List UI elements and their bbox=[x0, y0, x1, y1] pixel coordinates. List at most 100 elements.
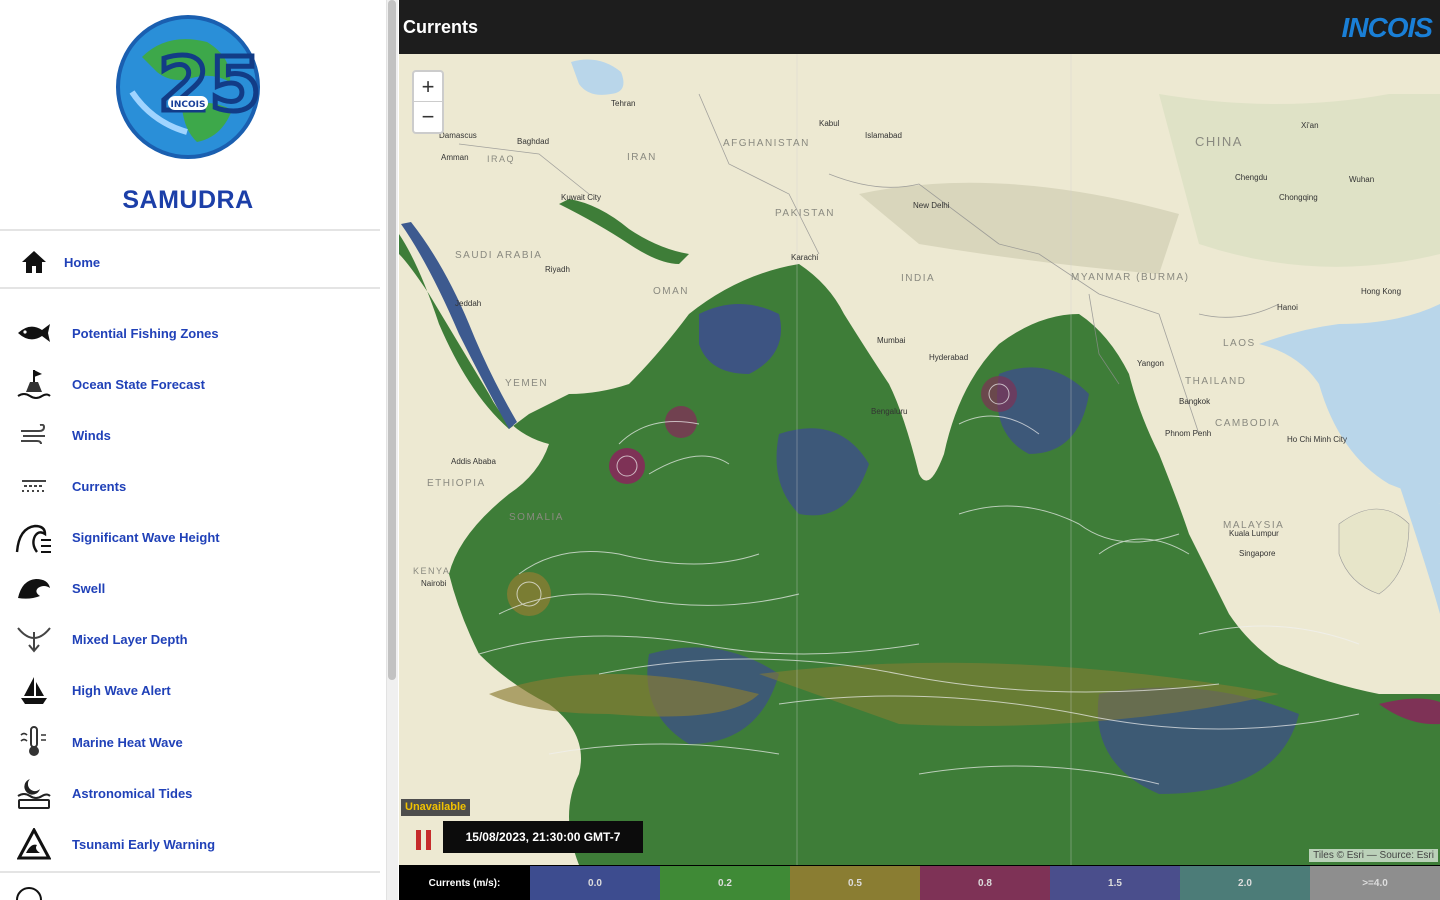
incois-brand-logo: INCOIS bbox=[1341, 12, 1433, 43]
map-label: Mumbai bbox=[877, 336, 906, 345]
currents-map[interactable]: CHINA AFGHANISTAN IRAN IRAQ PAKISTAN INDIA SAU… bbox=[399, 54, 1440, 865]
sidebar-item-label: Tsunami Early Warning bbox=[72, 836, 216, 852]
more-icon bbox=[16, 887, 42, 900]
sidebar-item-winds[interactable]: Winds bbox=[0, 412, 380, 458]
page-title: Currents bbox=[403, 17, 479, 37]
map-label: Bengaluru bbox=[871, 407, 907, 416]
map-label: Phnom Penh bbox=[1165, 429, 1211, 438]
map-label: INDIA bbox=[901, 273, 935, 284]
map-label: Chongqing bbox=[1279, 193, 1318, 202]
sidebar-item-label: High Wave Alert bbox=[72, 682, 171, 698]
map-label: AFGHANISTAN bbox=[723, 138, 810, 149]
main-panel: Currents INCOIS CHINA AFGHANISTAN IRAN I… bbox=[399, 0, 1440, 900]
map-label: Hanoi bbox=[1277, 303, 1298, 312]
legend-stop: 2.0 bbox=[1180, 866, 1310, 900]
map-label: Jeddah bbox=[455, 299, 481, 308]
legend-stop: 1.5 bbox=[1050, 866, 1180, 900]
map-label: Kuwait City bbox=[561, 193, 601, 202]
legend-stop: 0.8 bbox=[920, 866, 1050, 900]
divider bbox=[0, 871, 380, 873]
map-label: YEMEN bbox=[505, 378, 548, 389]
app-root: 25 INCOIS SAMUDRA Home Potential Fishing… bbox=[0, 0, 1440, 900]
sidebar-item-label: Mixed Layer Depth bbox=[72, 631, 188, 647]
map-label: Chengdu bbox=[1235, 173, 1267, 182]
map-label: Yangon bbox=[1137, 359, 1164, 368]
sidebar-item-significant-wave-height[interactable]: Significant Wave Height bbox=[0, 514, 380, 560]
wind-icon bbox=[14, 415, 54, 455]
wave-height-icon bbox=[14, 517, 54, 557]
sidebar-item-potential-fishing-zones[interactable]: Potential Fishing Zones bbox=[0, 310, 380, 356]
legend-stop: 0.5 bbox=[790, 866, 920, 900]
map-terrain bbox=[1159, 94, 1440, 267]
map-label: Hyderabad bbox=[929, 353, 968, 362]
sidebar-item-currents[interactable]: Currents bbox=[0, 463, 380, 509]
datetime-display: 15/08/2023, 21:30:00 GMT-7 bbox=[443, 821, 643, 853]
map-label: CHINA bbox=[1195, 134, 1243, 149]
sidebar-item-label: Astronomical Tides bbox=[72, 785, 193, 801]
map-label: IRAN bbox=[627, 152, 657, 163]
current-eddy bbox=[609, 448, 645, 484]
thermometer-icon bbox=[14, 722, 54, 762]
fish-icon bbox=[14, 313, 54, 353]
sidebar-item-label: Winds bbox=[72, 427, 111, 443]
map-label: KENYA bbox=[413, 566, 450, 576]
sidebar-item-astronomical-tides[interactable]: Astronomical Tides bbox=[0, 770, 380, 816]
tides-icon bbox=[14, 773, 54, 813]
map-label: Islamabad bbox=[865, 131, 902, 140]
current-eddy bbox=[507, 572, 551, 616]
sidebar-item-label: Ocean State Forecast bbox=[72, 376, 205, 392]
legend-title: Currents (m/s): bbox=[399, 866, 530, 900]
map-label: Karachi bbox=[791, 253, 818, 262]
mixed-layer-icon bbox=[14, 619, 54, 659]
current-eddy bbox=[981, 376, 1017, 412]
map-label: Damascus bbox=[439, 131, 477, 140]
legend-stop: 0.2 bbox=[660, 866, 790, 900]
sidebar-item-mixed-layer-depth[interactable]: Mixed Layer Depth bbox=[0, 616, 380, 662]
map-label: Kabul bbox=[819, 119, 840, 128]
pause-button[interactable] bbox=[408, 824, 440, 856]
currents-icon bbox=[14, 466, 54, 506]
map-label: Kuala Lumpur bbox=[1229, 529, 1279, 538]
sidebar-item-label: Potential Fishing Zones bbox=[72, 325, 219, 341]
app-title: SAMUDRA bbox=[122, 186, 254, 214]
logo-org: INCOIS bbox=[171, 100, 206, 110]
incois-25-logo: 25 INCOIS bbox=[112, 12, 264, 162]
legend-stop: 0.0 bbox=[530, 866, 660, 900]
sidebar-item-label: Home bbox=[64, 254, 101, 270]
map-label: THAILAND bbox=[1185, 376, 1246, 387]
divider bbox=[0, 287, 380, 289]
legend-stop: >=4.0 bbox=[1310, 866, 1440, 900]
map-label: Baghdad bbox=[517, 137, 549, 146]
map-label: Ho Chi Minh City bbox=[1287, 435, 1347, 444]
warning-icon bbox=[14, 824, 54, 864]
map-label: CAMBODIA bbox=[1215, 418, 1280, 429]
sidebar-item-label: Currents bbox=[72, 478, 127, 494]
sidebar-item-label: Marine Heat Wave bbox=[72, 734, 183, 750]
sidebar-item-marine-heat-wave[interactable]: Marine Heat Wave bbox=[0, 719, 380, 765]
sidebar-item-swell[interactable]: Swell bbox=[0, 565, 380, 611]
zoom-in-button[interactable]: + bbox=[414, 72, 442, 102]
zoom-control: + − bbox=[412, 70, 444, 134]
map-label: Tehran bbox=[611, 99, 635, 108]
header-bar: Currents INCOIS bbox=[399, 0, 1440, 54]
currents-legend: Currents (m/s): 0.0 0.2 0.5 0.8 1.5 2.0 >=4.0 bbox=[399, 866, 1440, 900]
map-label: MYANMAR (BURMA) bbox=[1071, 272, 1189, 283]
map-canvas: CHINA AFGHANISTAN IRAN IRAQ PAKISTAN INDIA SAU… bbox=[399, 54, 1440, 865]
sidebar-scroll-thumb[interactable] bbox=[388, 0, 396, 680]
home-icon bbox=[14, 242, 54, 282]
map-attribution: Tiles © Esri — Source: Esri bbox=[1309, 849, 1438, 862]
sidebar-item-home[interactable]: Home bbox=[0, 239, 380, 285]
sidebar-item-ocean-state-forecast[interactable]: Ocean State Forecast bbox=[0, 361, 380, 407]
zoom-out-button[interactable]: − bbox=[414, 102, 442, 132]
sidebar-item-high-wave-alert[interactable]: High Wave Alert bbox=[0, 667, 380, 713]
map-label: ETHIOPIA bbox=[427, 478, 486, 489]
map-label: Nairobi bbox=[421, 579, 447, 588]
map-label: New Delhi bbox=[913, 201, 950, 210]
map-label: IRAQ bbox=[487, 154, 515, 164]
pause-icon bbox=[416, 830, 431, 850]
logo-number: 25 bbox=[158, 42, 261, 128]
sidebar-item-tsunami-early-warning[interactable]: Tsunami Early Warning bbox=[0, 821, 380, 867]
map-label: OMAN bbox=[653, 286, 689, 297]
map-label: PAKISTAN bbox=[775, 208, 835, 219]
sidebar: 25 INCOIS SAMUDRA Home Potential Fishing… bbox=[0, 0, 384, 900]
